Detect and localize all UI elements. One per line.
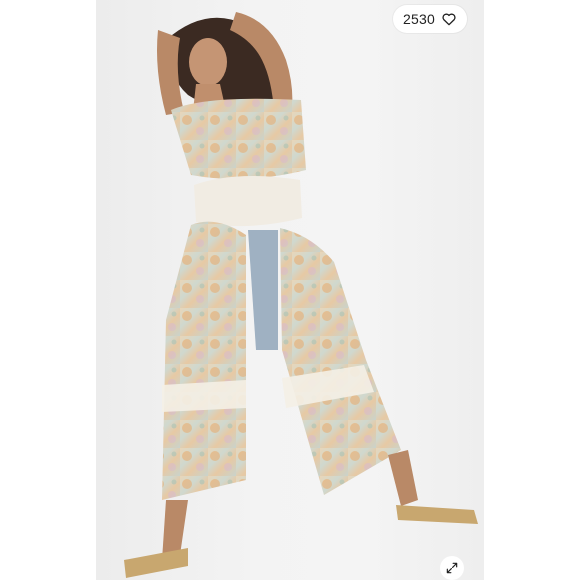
like-count: 2530: [403, 11, 435, 27]
model-illustration: [124, 12, 478, 578]
product-photo[interactable]: [96, 0, 484, 580]
expand-image-button[interactable]: [440, 556, 464, 580]
like-counter-button[interactable]: 2530: [393, 5, 467, 33]
expand-arrows-icon: [446, 562, 458, 574]
heart-icon: [442, 13, 456, 26]
